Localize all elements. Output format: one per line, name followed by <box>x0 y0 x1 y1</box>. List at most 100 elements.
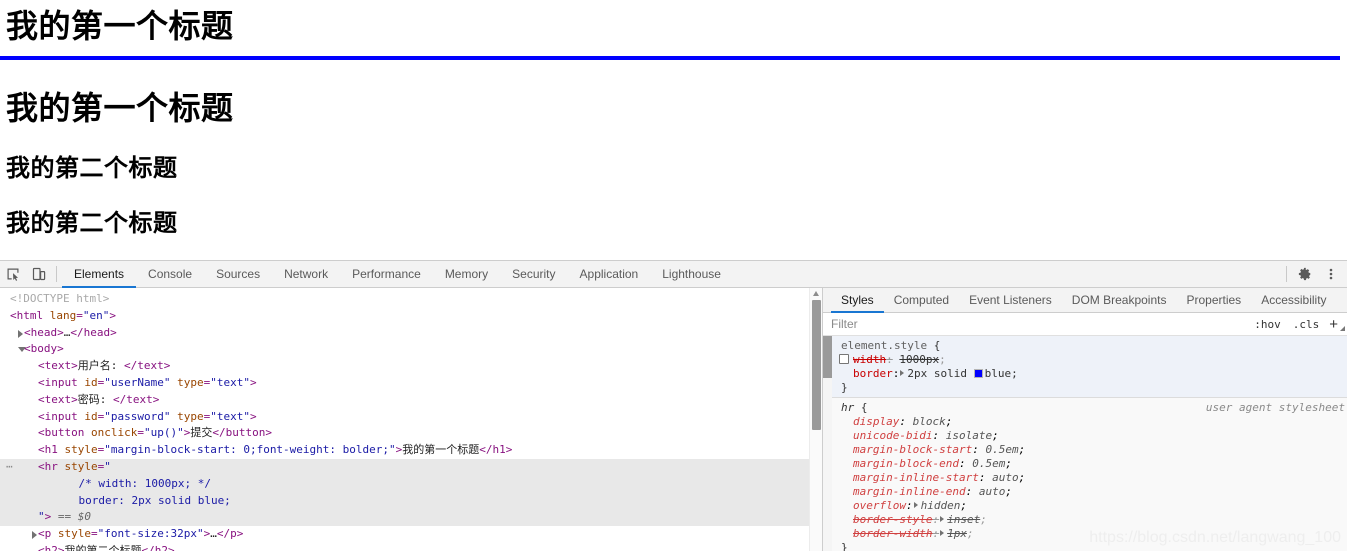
devtools-tab-performance[interactable]: Performance <box>340 261 433 288</box>
dom-token-punct: > <box>265 426 272 440</box>
declaration-value[interactable]: 0.5em <box>972 457 1005 470</box>
declaration-property[interactable]: width <box>853 353 886 366</box>
rule-selector[interactable]: element.style <box>841 339 927 352</box>
dom-tree-row[interactable]: <!DOCTYPE html> <box>0 291 822 308</box>
gear-icon[interactable] <box>1292 261 1318 287</box>
inspect-cursor-icon[interactable] <box>0 261 26 287</box>
dom-tree-row[interactable]: <input id="password" type="text"> <box>0 409 822 426</box>
declaration-property[interactable]: border-width <box>853 527 932 540</box>
styles-scrollbar[interactable] <box>823 336 832 551</box>
declaration-value[interactable]: 0.5em <box>985 443 1018 456</box>
scrollbar-thumb[interactable] <box>812 300 821 430</box>
device-toolbar-icon[interactable] <box>26 261 52 287</box>
css-declaration[interactable]: width: 1000px; <box>832 353 1347 367</box>
chevron-right-icon[interactable] <box>940 516 945 522</box>
devtools-tab-security[interactable]: Security <box>500 261 567 288</box>
dom-tree-row[interactable]: border: 2px solid blue; <box>0 492 822 510</box>
declaration-value[interactable]: auto <box>979 485 1006 498</box>
devtools-tab-elements[interactable]: Elements <box>62 261 137 288</box>
dom-token-txt: … <box>210 527 217 541</box>
dom-tree-row[interactable]: <input id="userName" type="text"> <box>0 375 822 392</box>
declaration-property[interactable]: border <box>853 367 893 380</box>
chevron-right-icon[interactable] <box>940 530 945 536</box>
css-declaration[interactable]: margin-block-start: 0.5em; <box>832 443 1347 457</box>
dom-tree-row[interactable]: <html lang="en"> <box>0 308 822 325</box>
css-declaration[interactable]: border-width: 1px; <box>832 527 1347 541</box>
dom-token-punct: > <box>168 543 175 551</box>
styles-scrollbar-thumb[interactable] <box>823 336 832 378</box>
chevron-right-icon[interactable] <box>913 502 918 508</box>
chevron-down-icon[interactable] <box>18 347 26 353</box>
declaration-value[interactable]: 1000px <box>899 353 939 366</box>
styles-tab-accessibility[interactable]: Accessibility <box>1251 288 1336 313</box>
styles-rules-container[interactable]: element.style {width: 1000px; border: 2px … <box>823 336 1347 551</box>
declaration-property[interactable]: display <box>853 415 899 428</box>
dom-tree-scrollbar[interactable] <box>809 288 822 551</box>
scroll-up-arrow-icon[interactable] <box>813 291 819 296</box>
devtools-tab-sources[interactable]: Sources <box>204 261 272 288</box>
more-vertical-icon[interactable] <box>1318 261 1344 287</box>
declaration-semicolon: ; <box>1005 457 1012 470</box>
dom-tree-row[interactable]: /* width: 1000px; */ <box>0 475 822 493</box>
declaration-value[interactable]: block <box>913 415 946 428</box>
css-declaration[interactable]: margin-block-end: 0.5em; <box>832 457 1347 471</box>
devtools-tab-lighthouse[interactable]: Lighthouse <box>650 261 733 288</box>
styles-tab-styles[interactable]: Styles <box>831 288 884 313</box>
rule-close-brace: } <box>841 381 848 394</box>
dom-tree-row[interactable]: "> == $0 <box>0 509 822 527</box>
declaration-checkbox[interactable] <box>839 354 849 364</box>
styles-filter-input[interactable] <box>831 317 1249 331</box>
chevron-right-icon[interactable] <box>18 329 23 338</box>
dom-token-punct: < <box>38 359 45 373</box>
declaration-property[interactable]: unicode-bidi <box>853 429 932 442</box>
declaration-property[interactable]: overflow <box>853 499 906 512</box>
dom-tree-row[interactable]: <text>密码: </text> <box>0 392 822 409</box>
declaration-value[interactable]: blue; <box>985 367 1018 380</box>
dom-tree-row[interactable]: <text>用户名: </text> <box>0 358 822 375</box>
declaration-property[interactable]: margin-block-start <box>853 443 972 456</box>
css-declaration[interactable]: overflow: hidden; <box>832 499 1347 513</box>
chevron-right-icon[interactable] <box>900 370 905 376</box>
declaration-property[interactable]: margin-inline-start <box>853 471 979 484</box>
css-declaration[interactable]: unicode-bidi: isolate; <box>832 429 1347 443</box>
dom-token-doctype: <!DOCTYPE html> <box>10 292 110 305</box>
declaration-value[interactable]: isolate <box>946 429 992 442</box>
dom-tree-pane[interactable]: <!DOCTYPE html> <html lang="en"> <head>…</… <box>0 288 822 551</box>
dom-tree-row[interactable]: <h2>我的第二个标题</h2> <box>0 543 822 551</box>
cls-toggle-button[interactable]: .cls <box>1287 318 1326 331</box>
dom-tree-row[interactable]: <h1 style="margin-block-start: 0;font-we… <box>0 442 822 459</box>
css-declaration[interactable]: display: block; <box>832 415 1347 429</box>
css-declaration[interactable]: border-style: inset; <box>832 513 1347 527</box>
declaration-property[interactable]: margin-inline-end <box>853 485 966 498</box>
declaration-value[interactable]: auto <box>992 471 1019 484</box>
hov-toggle-button[interactable]: :hov <box>1248 318 1287 331</box>
devtools-tab-application[interactable]: Application <box>568 261 651 288</box>
declaration-value[interactable]: hidden <box>921 499 961 512</box>
styles-tab-dom-breakpoints[interactable]: DOM Breakpoints <box>1062 288 1177 313</box>
dom-tree-row[interactable]: <body> <box>0 341 822 358</box>
dom-tree-row[interactable]: <p style="font-size:32px">…</p> <box>0 526 822 543</box>
css-declaration[interactable]: margin-inline-end: auto; <box>832 485 1347 499</box>
declaration-value-prefix[interactable]: 2px solid <box>907 367 973 380</box>
chevron-right-icon[interactable] <box>32 531 37 540</box>
devtools-tab-memory[interactable]: Memory <box>433 261 500 288</box>
declaration-value[interactable]: 1px <box>947 527 967 540</box>
declaration-value[interactable]: inset <box>947 513 980 526</box>
styles-tab-computed[interactable]: Computed <box>884 288 959 313</box>
styles-tab-properties[interactable]: Properties <box>1176 288 1251 313</box>
css-declaration[interactable]: margin-inline-start: auto; <box>832 471 1347 485</box>
devtools-tab-console[interactable]: Console <box>136 261 204 288</box>
rule-selector[interactable]: hr <box>841 401 854 414</box>
color-swatch[interactable] <box>973 369 983 378</box>
declaration-property[interactable]: border-style <box>853 513 932 526</box>
row-overflow-dots-icon[interactable]: ⋯ <box>6 459 14 476</box>
declaration-property[interactable]: margin-block-end <box>853 457 959 470</box>
new-style-rule-button[interactable]: + <box>1325 317 1347 332</box>
styles-tab-event-listeners[interactable]: Event Listeners <box>959 288 1062 313</box>
dom-tree-row[interactable]: <button onclick="up()">提交</button> <box>0 425 822 442</box>
devtools-tab-network[interactable]: Network <box>272 261 340 288</box>
css-declaration[interactable]: border: 2px solid blue; <box>832 367 1347 381</box>
tab-label: DOM Breakpoints <box>1071 292 1167 307</box>
dom-tree-row[interactable]: <head>…</head> <box>0 325 822 342</box>
dom-tree-row[interactable]: ⋯ <hr style=" <box>0 458 822 476</box>
